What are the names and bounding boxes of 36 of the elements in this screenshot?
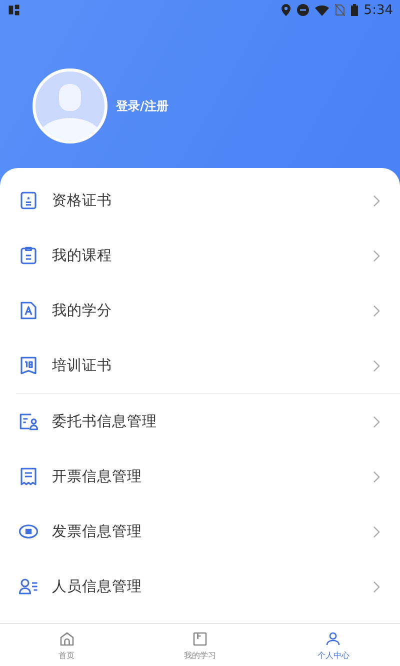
location-icon (280, 4, 291, 16)
person-icon (324, 630, 342, 648)
wifi-icon (314, 4, 329, 16)
menu-item[interactable]: 我的课程 (0, 228, 400, 283)
menu-item[interactable]: 委托书信息管理 (0, 394, 400, 449)
letter-a-icon (18, 300, 39, 321)
chevron-right-icon (373, 360, 380, 372)
menu-item[interactable]: 发票信息管理 (0, 504, 400, 559)
status-time: 5:34 (364, 2, 393, 18)
do-not-disturb-icon (296, 4, 309, 16)
bookmark-icon (18, 355, 39, 376)
chevron-right-icon (373, 580, 380, 592)
chevron-right-icon (373, 194, 380, 206)
chevron-right-icon (373, 304, 380, 316)
app-notification-icon (7, 3, 21, 17)
book-icon (190, 630, 209, 648)
document-user-icon (18, 411, 39, 432)
menu-item[interactable]: 我的学分 (0, 283, 400, 338)
chevron-right-icon (373, 526, 380, 538)
id-card-icon (18, 190, 39, 211)
clipboard-icon (18, 245, 39, 266)
battery-icon (350, 4, 358, 16)
menu-item[interactable]: 培训证书 (0, 338, 400, 393)
receipt-icon (18, 466, 39, 487)
chevron-right-icon (373, 470, 380, 482)
menu-item[interactable]: 资格证书 (0, 173, 400, 228)
no-sim-icon (334, 4, 345, 16)
nav-tab[interactable]: 首页 (0, 624, 134, 666)
nav-tab[interactable]: 我的学习 (133, 624, 267, 666)
menu-item[interactable]: 人员信息管理 (0, 559, 400, 614)
menu-item[interactable]: 开票信息管理 (0, 449, 400, 504)
nav-tab[interactable]: 个人中心 (266, 624, 400, 666)
home-icon (58, 630, 76, 648)
chevron-right-icon (373, 250, 380, 262)
people-list-icon (18, 576, 39, 597)
chevron-right-icon (373, 416, 380, 428)
